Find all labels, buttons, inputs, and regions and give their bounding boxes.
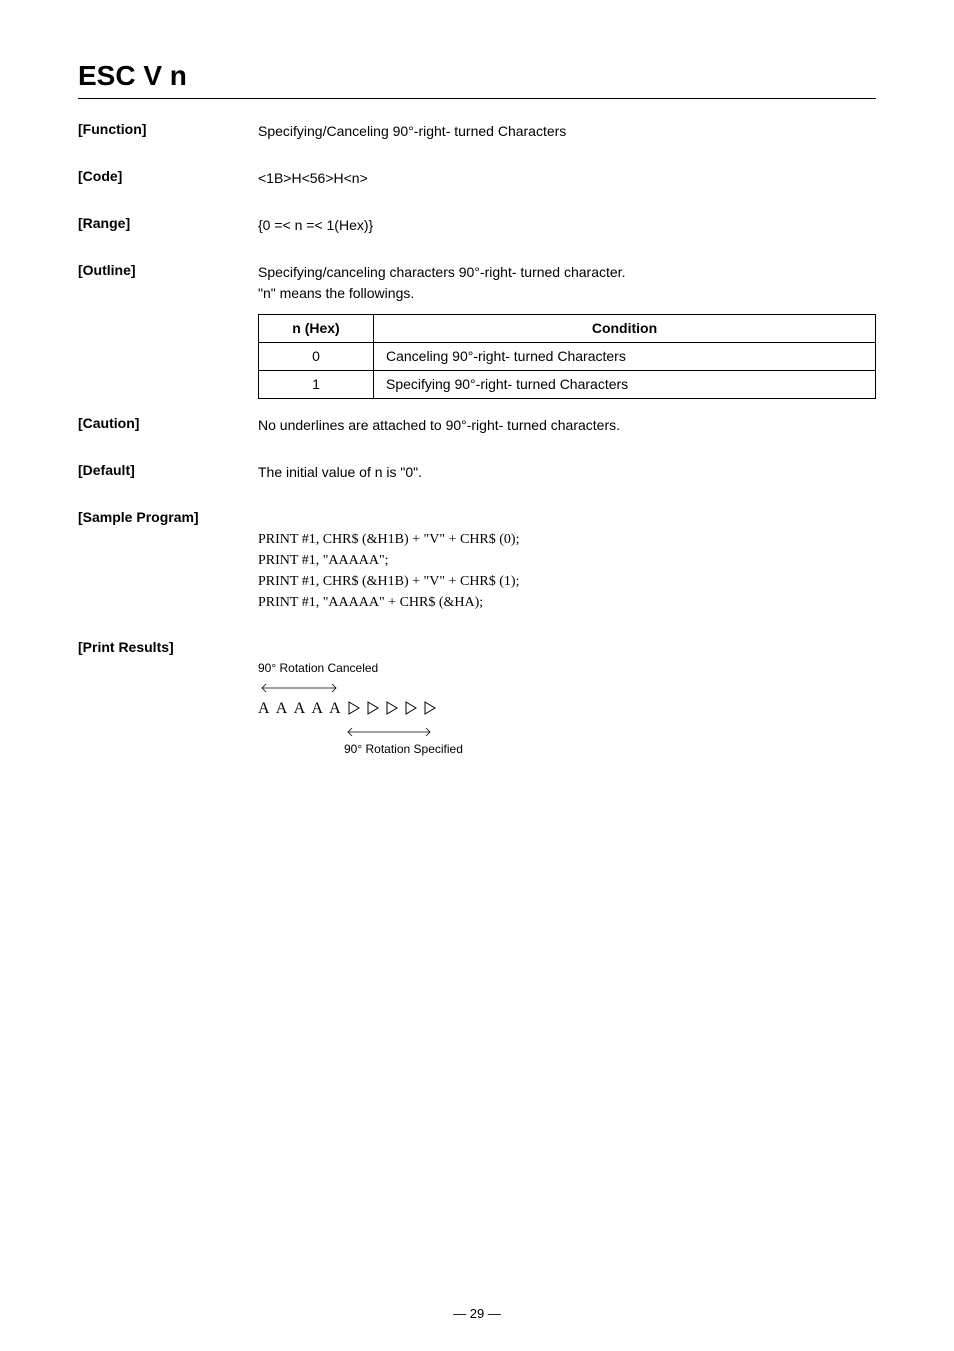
sample-label: [Sample Program]: [78, 509, 258, 525]
page-number: — 29 —: [0, 1306, 954, 1321]
sample-line: PRINT #1, "AAAAA";: [258, 550, 876, 571]
default-label: [Default]: [78, 462, 258, 483]
sample-code-row: PRINT #1, CHR$ (&H1B) + "V" + CHR$ (0); …: [78, 529, 876, 613]
range-value: {0 =< n =< 1(Hex)}: [258, 215, 876, 236]
outline-label: [Outline]: [78, 262, 258, 304]
cell-n-0: 0: [259, 343, 374, 371]
sample-line: PRINT #1, CHR$ (&H1B) + "V" + CHR$ (0);: [258, 529, 876, 550]
sample-line: PRINT #1, "AAAAA" + CHR$ (&HA);: [258, 592, 876, 613]
triangle-right-icon: [386, 701, 398, 715]
cell-cond-0: Canceling 90°-right- turned Characters: [374, 343, 876, 371]
default-value: The initial value of n is "0".: [258, 462, 876, 483]
function-value: Specifying/Canceling 90°-right- turned C…: [258, 121, 876, 142]
output-as: A A A A A: [258, 697, 343, 721]
table-row: 1 Specifying 90°-right- turned Character…: [259, 371, 876, 399]
outline-table: n (Hex) Condition 0 Canceling 90°-right-…: [258, 314, 876, 399]
function-label: [Function]: [78, 121, 258, 142]
range-label: [Range]: [78, 215, 258, 236]
header-n: n (Hex): [259, 315, 374, 343]
canceled-note: 90° Rotation Canceled: [258, 659, 876, 677]
caution-row: [Caution] No underlines are attached to …: [78, 415, 876, 436]
range-row: [Range] {0 =< n =< 1(Hex)}: [78, 215, 876, 236]
output-row: A A A A A: [258, 697, 876, 721]
table-row: 0 Canceling 90°-right- turned Characters: [259, 343, 876, 371]
triangle-right-icon: [348, 701, 360, 715]
page-title: ESC V n: [78, 60, 876, 92]
sample-code: PRINT #1, CHR$ (&H1B) + "V" + CHR$ (0); …: [258, 529, 876, 613]
caution-label: [Caution]: [78, 415, 258, 436]
table-header-row: n (Hex) Condition: [259, 315, 876, 343]
double-arrow-icon: [258, 683, 340, 693]
code-label: [Code]: [78, 168, 258, 189]
function-row: [Function] Specifying/Canceling 90°-righ…: [78, 121, 876, 142]
default-row: [Default] The initial value of n is "0".: [78, 462, 876, 483]
double-arrow-icon: [344, 727, 434, 737]
output-triangles: [348, 700, 436, 717]
outline-value: Specifying/canceling characters 90°-righ…: [258, 262, 876, 304]
results-content: 90° Rotation Canceled A A A A A: [258, 659, 876, 758]
header-condition: Condition: [374, 315, 876, 343]
results-content-row: 90° Rotation Canceled A A A A A: [78, 659, 876, 758]
triangle-right-icon: [405, 701, 417, 715]
double-arrow-specified: [344, 721, 876, 741]
outline-row: [Outline] Specifying/canceling character…: [78, 262, 876, 304]
specified-note: 90° Rotation Specified: [344, 740, 876, 758]
results-row: [Print Results]: [78, 639, 876, 655]
outline-text: Specifying/canceling characters 90°-righ…: [258, 264, 625, 301]
title-rule: [78, 98, 876, 99]
cell-cond-1: Specifying 90°-right- turned Characters: [374, 371, 876, 399]
code-row: [Code] <1B>H<56>H<n>: [78, 168, 876, 189]
sample-line: PRINT #1, CHR$ (&H1B) + "V" + CHR$ (1);: [258, 571, 876, 592]
sample-row: [Sample Program]: [78, 509, 876, 525]
results-label: [Print Results]: [78, 639, 258, 655]
outline-table-row: n (Hex) Condition 0 Canceling 90°-right-…: [78, 314, 876, 399]
code-value: <1B>H<56>H<n>: [258, 168, 876, 189]
triangle-right-icon: [367, 701, 379, 715]
caution-value: No underlines are attached to 90°-right-…: [258, 415, 876, 436]
double-arrow-canceled: [258, 677, 876, 697]
outline-table-spacer: [78, 314, 258, 399]
triangle-right-icon: [424, 701, 436, 715]
cell-n-1: 1: [259, 371, 374, 399]
